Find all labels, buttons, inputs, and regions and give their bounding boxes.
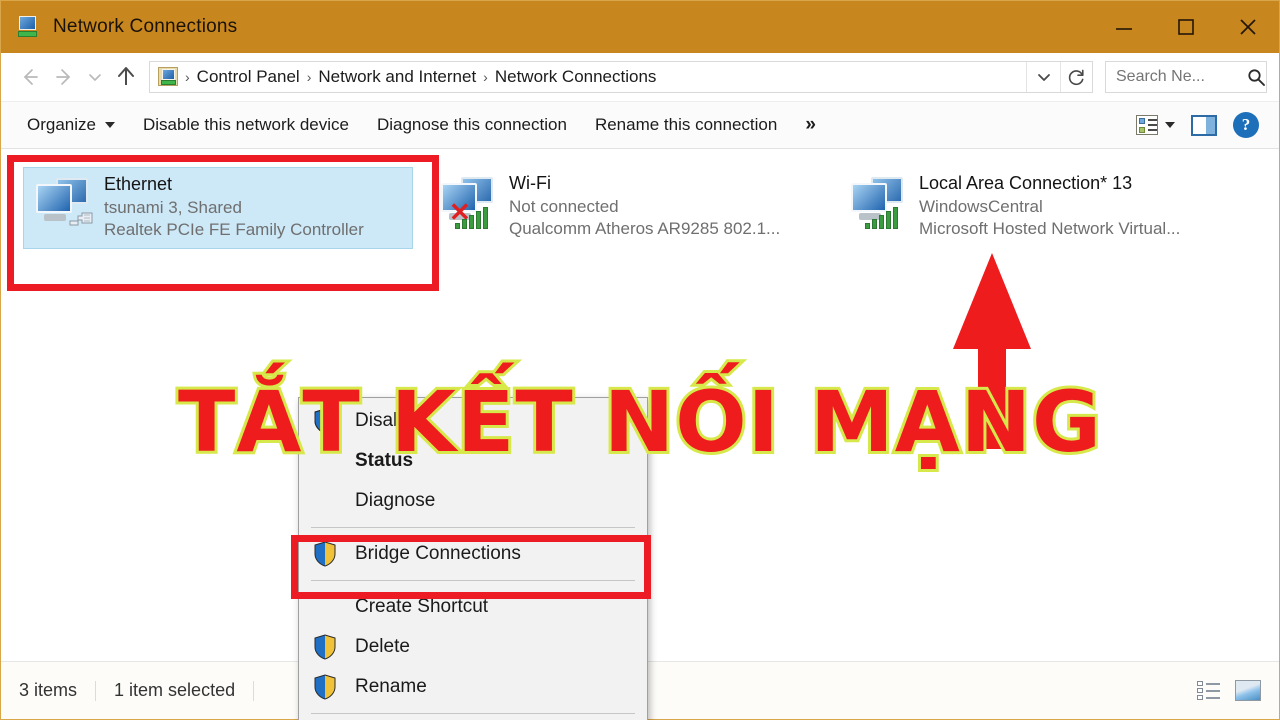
shield-icon	[313, 634, 337, 660]
search-icon[interactable]	[1246, 67, 1266, 87]
organize-label: Organize	[27, 115, 96, 134]
toolbar-item-label: Diagnose this connection	[376, 115, 567, 134]
context-menu-separator	[311, 713, 635, 714]
back-arrow-icon[interactable]	[13, 60, 47, 94]
context-menu-item-label: Create Shortcut	[355, 596, 489, 617]
toolbar-item-label: Rename this connection	[594, 115, 778, 134]
signal-bars-icon	[455, 207, 488, 229]
connections-list: Ethernet tsunami 3, Shared Realtek PCIe …	[1, 149, 1279, 720]
selection-label: 1 item selected	[114, 680, 236, 700]
shield-icon	[313, 674, 337, 700]
change-view-button[interactable]	[1128, 111, 1183, 139]
view-list-icon	[1136, 115, 1158, 135]
context-menu-item-rename[interactable]: Rename	[299, 667, 647, 707]
wifi-adapter-icon: ✕	[437, 173, 499, 229]
toolbar-overflow-button[interactable]: »	[791, 110, 830, 140]
connection-name: Ethernet	[104, 174, 173, 194]
up-arrow-icon[interactable]	[109, 60, 143, 94]
organize-button[interactable]: Organize	[13, 109, 129, 141]
context-menu-item-label: Disable	[355, 410, 419, 431]
context-menu-item-bridge-connections[interactable]: Bridge Connections	[299, 534, 647, 574]
forward-arrow-icon[interactable]	[47, 60, 81, 94]
connection-item-ethernet[interactable]: Ethernet tsunami 3, Shared Realtek PCIe …	[23, 167, 413, 249]
chevron-down-icon	[104, 122, 115, 128]
title-bar: Network Connections	[1, 1, 1279, 53]
address-bar-row: › Control Panel › Network and Internet ›…	[1, 53, 1279, 101]
window-title: Network Connections	[53, 16, 238, 37]
context-menu-item-label: Bridge Connections	[355, 543, 521, 564]
context-menu-item-label: Rename	[355, 676, 427, 697]
breadcrumb-network-connections[interactable]: Network Connections	[489, 67, 663, 87]
toolbar-item-label: Disable this network device	[142, 115, 349, 134]
context-menu-item-status[interactable]: Status	[299, 441, 647, 481]
context-menu-item-label: Delete	[355, 636, 410, 657]
connection-name: Wi-Fi	[509, 173, 551, 193]
connection-name: Local Area Connection* 13	[919, 173, 1133, 193]
red-up-arrow-icon	[953, 253, 1031, 449]
connection-status: WindowsCentral	[919, 197, 1043, 216]
connection-status: tsunami 3, Shared	[104, 198, 242, 217]
breadcrumb-network-and-internet[interactable]: Network and Internet	[312, 67, 482, 87]
maximize-button[interactable]	[1155, 1, 1217, 53]
address-dropdown-chevron-down-icon[interactable]	[1026, 62, 1060, 92]
connection-item-wifi[interactable]: ✕ Wi-Fi Not connected Qualcomm Atheros A…	[429, 167, 829, 249]
breadcrumb-separator: ›	[185, 69, 190, 85]
context-menu-item-label: Status	[355, 450, 414, 471]
connection-device: Realtek PCIe FE Family Controller	[104, 220, 364, 239]
help-question-icon: ?	[1233, 112, 1259, 138]
ethernet-adapter-icon	[32, 174, 94, 230]
recent-locations-chevron-down-icon[interactable]	[81, 60, 109, 94]
context-menu-item-disable[interactable]: Disable	[299, 401, 647, 441]
hosted-network-adapter-icon	[847, 173, 909, 229]
minimize-button[interactable]	[1093, 1, 1155, 53]
search-box[interactable]	[1105, 61, 1267, 93]
context-menu-item-diagnose[interactable]: Diagnose	[299, 481, 647, 521]
context-menu-item-create-shortcut[interactable]: Create Shortcut	[299, 587, 647, 627]
refresh-icon[interactable]	[1060, 62, 1092, 92]
preview-pane-button[interactable]	[1183, 111, 1225, 140]
window-controls	[1093, 1, 1279, 53]
context-menu: Disable Status Diagnose Bridge Connectio…	[298, 397, 648, 720]
context-menu-item-label: Diagnose	[355, 490, 436, 511]
breadcrumb-root-icon	[158, 67, 180, 87]
rj45-plug-icon	[69, 212, 93, 226]
close-button[interactable]	[1217, 1, 1279, 53]
context-menu-item-delete[interactable]: Delete	[299, 627, 647, 667]
large-icons-view-icon[interactable]	[1235, 680, 1261, 701]
item-count-label: 3 items	[19, 680, 78, 700]
network-connections-icon	[15, 14, 41, 40]
shield-icon	[313, 408, 337, 434]
breadcrumb-control-panel[interactable]: Control Panel	[191, 67, 306, 87]
search-input[interactable]	[1106, 68, 1246, 86]
context-menu-separator	[311, 580, 635, 581]
help-button[interactable]: ?	[1225, 108, 1267, 142]
details-view-icon[interactable]	[1197, 680, 1221, 701]
address-bar[interactable]: › Control Panel › Network and Internet ›…	[149, 61, 1093, 93]
context-menu-separator	[311, 527, 635, 528]
connection-item-local-area-connection-13[interactable]: Local Area Connection* 13 WindowsCentral…	[839, 167, 1239, 249]
disable-this-network-device-button[interactable]: Disable this network device	[129, 109, 363, 141]
connection-device: Qualcomm Atheros AR9285 802.1...	[509, 219, 781, 238]
breadcrumb-separator: ›	[306, 69, 312, 85]
chevron-down-icon	[1165, 122, 1175, 128]
rename-this-connection-button[interactable]: Rename this connection	[581, 109, 791, 141]
connection-status: Not connected	[509, 197, 619, 216]
diagnose-this-connection-button[interactable]: Diagnose this connection	[363, 109, 581, 141]
command-toolbar: Organize Disable this network device Dia…	[1, 101, 1279, 149]
preview-pane-icon	[1191, 114, 1217, 136]
breadcrumb-separator: ›	[483, 69, 488, 85]
status-divider	[253, 680, 255, 701]
connection-device: Microsoft Hosted Network Virtual...	[919, 219, 1181, 238]
shield-icon	[313, 541, 337, 567]
status-divider	[95, 680, 97, 701]
signal-bars-icon	[865, 207, 898, 229]
network-connections-window: Network Connections › Control Panel › Ne…	[0, 0, 1280, 720]
